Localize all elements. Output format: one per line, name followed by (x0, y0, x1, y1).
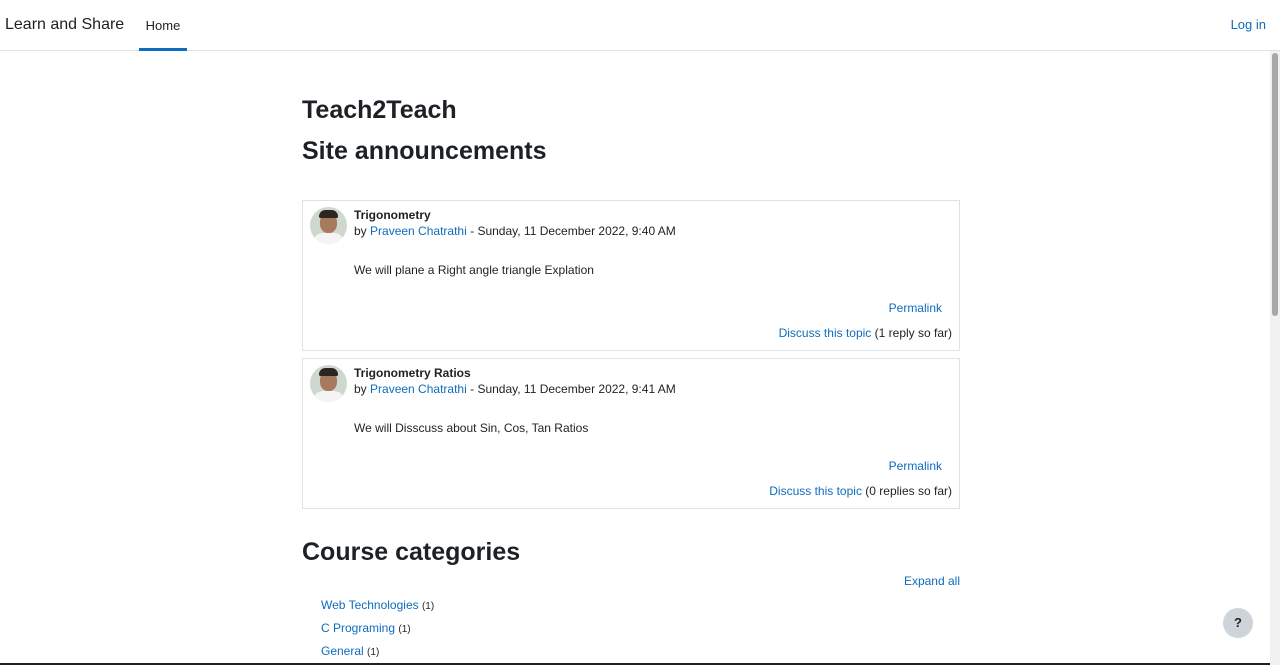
expand-all-link[interactable]: Expand all (904, 574, 960, 588)
page-title: Teach2Teach (302, 96, 457, 124)
permalink-link[interactable]: Permalink (889, 301, 942, 315)
category-item: General (1) (321, 644, 379, 658)
category-count: (1) (398, 624, 411, 635)
post-title: Trigonometry (354, 208, 431, 222)
reply-count: (0 replies so far) (865, 484, 952, 498)
permalink-link[interactable]: Permalink (889, 459, 942, 473)
post-meta: by Praveen Chatrathi - Sunday, 11 Decemb… (354, 382, 676, 396)
discuss-topic-link[interactable]: Discuss this topic (779, 326, 872, 340)
help-button[interactable]: ? (1223, 608, 1253, 638)
category-item: Web Technologies (1) (321, 598, 434, 612)
category-link[interactable]: Web Technologies (321, 598, 419, 612)
login-link[interactable]: Log in (1231, 17, 1266, 32)
post-date: - Sunday, 11 December 2022, 9:41 AM (470, 382, 676, 396)
nav-home-label: Home (145, 18, 181, 33)
author-avatar[interactable] (310, 207, 347, 244)
forum-post: Trigonometry Ratios by Praveen Chatrathi… (302, 358, 960, 509)
top-navbar: Learn and Share Home Log in (0, 0, 1280, 51)
post-date: - Sunday, 11 December 2022, 9:40 AM (470, 224, 676, 238)
author-avatar[interactable] (310, 365, 347, 402)
category-link[interactable]: C Programing (321, 621, 395, 635)
post-body: We will Disscuss about Sin, Cos, Tan Rat… (354, 421, 589, 435)
main-content: Teach2Teach Site announcements Trigonome… (302, 95, 960, 658)
discuss-row: Discuss this topic (1 reply so far) (779, 326, 952, 340)
post-by: by (354, 224, 367, 238)
category-count: (1) (421, 601, 435, 612)
post-author-link[interactable]: Praveen Chatrathi (370, 382, 467, 396)
category-item: C Programing (1) (321, 621, 411, 635)
site-announcements-heading: Site announcements (302, 137, 547, 165)
category-link[interactable]: General (321, 644, 364, 658)
post-meta: by Praveen Chatrathi - Sunday, 11 Decemb… (354, 224, 676, 238)
discuss-topic-link[interactable]: Discuss this topic (769, 484, 862, 498)
scrollbar-thumb[interactable] (1272, 53, 1278, 316)
forum-post: Trigonometry by Praveen Chatrathi - Sund… (302, 200, 960, 351)
discuss-row: Discuss this topic (0 replies so far) (769, 484, 952, 498)
reply-count: (1 reply so far) (874, 326, 952, 340)
post-author-link[interactable]: Praveen Chatrathi (370, 224, 467, 238)
post-by: by (354, 382, 367, 396)
post-title: Trigonometry Ratios (354, 366, 471, 380)
site-brand[interactable]: Learn and Share (5, 16, 124, 34)
post-body: We will plane a Right angle triangle Exp… (354, 263, 594, 277)
nav-home-tab[interactable]: Home (139, 0, 187, 51)
category-count: (1) (367, 647, 380, 658)
course-categories-heading: Course categories (302, 538, 521, 566)
